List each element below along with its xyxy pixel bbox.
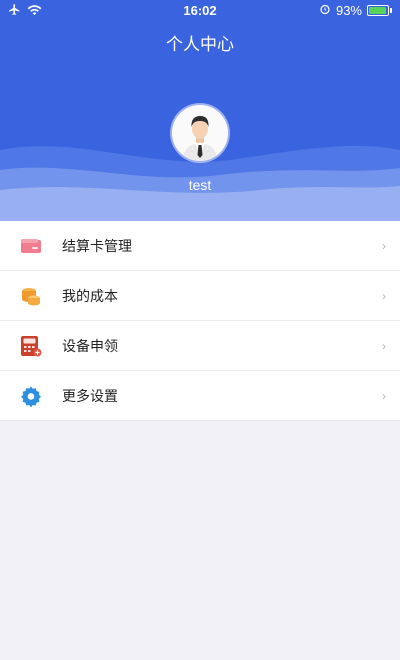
chevron-right-icon: › — [382, 388, 386, 403]
menu-item-label: 结算卡管理 — [62, 237, 132, 254]
card-icon — [20, 235, 42, 257]
chevron-right-icon: › — [382, 288, 386, 303]
menu-item-settlement-card[interactable]: 结算卡管理 › — [0, 221, 400, 271]
username: test — [188, 177, 212, 193]
battery-percent: 93% — [335, 3, 362, 18]
menu-item-label: 更多设置 — [62, 387, 118, 404]
menu-item-label: 设备申领 — [62, 337, 118, 354]
menu-item-label: 我的成本 — [62, 287, 118, 304]
chevron-right-icon: › — [382, 238, 386, 253]
menu-list: 结算卡管理 › 我的成本 › 设备申领 › 更多设置 › — [0, 221, 400, 421]
avatar[interactable] — [172, 105, 228, 161]
battery-tip — [390, 8, 392, 13]
status-right: 93% — [319, 3, 392, 18]
menu-item-more-settings[interactable]: 更多设置 › — [0, 371, 400, 420]
status-bar: 16:02 93% — [0, 0, 400, 22]
battery-icon — [367, 5, 389, 16]
menu-item-my-cost[interactable]: 我的成本 › — [0, 271, 400, 321]
battery-fill — [369, 7, 386, 14]
coins-icon — [20, 285, 42, 307]
alarm-icon — [319, 3, 331, 18]
gear-icon — [20, 385, 42, 408]
profile-header: 16:02 93% 个人中心 test — [0, 0, 400, 221]
pos-terminal-icon — [20, 335, 42, 357]
chevron-right-icon: › — [382, 338, 386, 353]
menu-item-device-apply[interactable]: 设备申领 › — [0, 321, 400, 371]
page-title: 个人中心 — [166, 35, 234, 54]
user-avatar-icon — [172, 105, 228, 161]
